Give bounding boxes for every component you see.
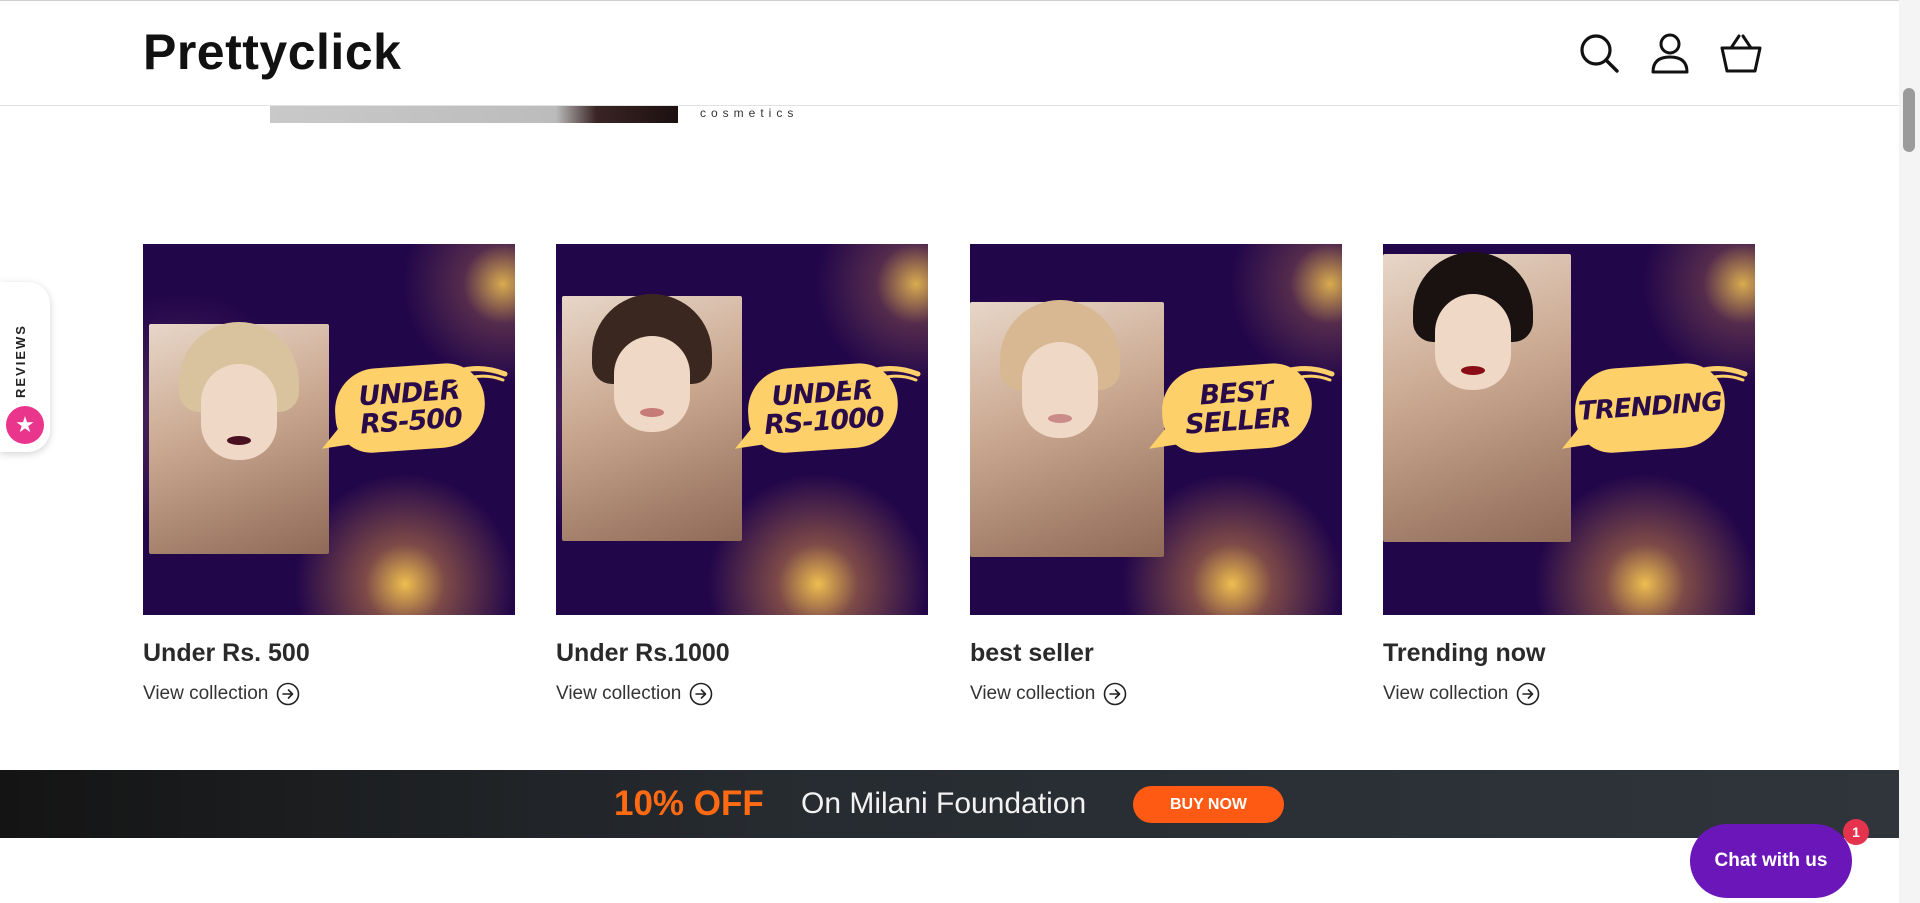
arrow-right-circle-icon[interactable] — [276, 682, 300, 706]
account-icon[interactable] — [1648, 31, 1692, 75]
collection-title[interactable]: Under Rs. 500 — [143, 639, 515, 669]
site-header: Prettyclick — [0, 1, 1899, 106]
swoosh-decoration — [434, 366, 508, 388]
promo-text: On Milani Foundation — [801, 787, 1087, 820]
model-lips — [1048, 414, 1072, 423]
promo-discount: 10% OFF — [614, 784, 764, 823]
swoosh-decoration — [1674, 366, 1748, 388]
hero-banner-image — [270, 105, 678, 123]
collection-card[interactable]: UNDER RS-1000 Under Rs.1000 View collect… — [556, 244, 928, 707]
collection-title[interactable]: best seller — [970, 639, 1342, 669]
view-collection-link[interactable]: View collection — [143, 681, 515, 707]
chat-button[interactable]: Chat with us — [1690, 824, 1852, 898]
swoosh-decoration — [1261, 366, 1335, 388]
model-face — [614, 336, 690, 432]
search-icon[interactable] — [1577, 31, 1621, 75]
model-face — [201, 364, 277, 460]
reviews-label[interactable]: REVIEWS — [13, 318, 33, 398]
collection-image[interactable]: BEST SELLER — [970, 244, 1342, 615]
view-collection-link[interactable]: View collection — [1383, 681, 1755, 707]
model-photo — [970, 300, 1164, 557]
collection-card[interactable]: UNDER RS-500 Under Rs. 500 View collecti… — [143, 244, 515, 707]
view-collection-label[interactable]: View collection — [556, 683, 681, 705]
model-lips — [1461, 366, 1485, 375]
model-photo — [1383, 252, 1571, 542]
hero-banner-caption: cosmetics — [700, 106, 799, 120]
swoosh-decoration — [847, 366, 921, 388]
collection-card[interactable]: TRENDING Trending now View collection — [1383, 244, 1755, 707]
arrow-right-circle-icon[interactable] — [1103, 682, 1127, 706]
collection-title[interactable]: Under Rs.1000 — [556, 639, 928, 669]
model-lips — [227, 436, 251, 445]
view-collection-label[interactable]: View collection — [1383, 683, 1508, 705]
model-face — [1435, 294, 1511, 390]
arrow-right-circle-icon[interactable] — [689, 682, 713, 706]
view-collection-label[interactable]: View collection — [970, 683, 1095, 705]
model-lips — [640, 408, 664, 417]
cart-icon[interactable] — [1719, 31, 1763, 75]
promo-banner[interactable]: 10% OFF On Milani Foundation BUY NOW — [0, 770, 1899, 838]
model-face — [1022, 342, 1098, 438]
star-icon[interactable]: ★ — [6, 406, 44, 444]
collection-image[interactable]: UNDER RS-1000 — [556, 244, 928, 615]
scrollbar-thumb[interactable] — [1903, 88, 1915, 152]
collection-title[interactable]: Trending now — [1383, 639, 1755, 669]
view-collection-link[interactable]: View collection — [970, 681, 1342, 707]
collection-card[interactable]: BEST SELLER best seller View collection — [970, 244, 1342, 707]
collection-image[interactable]: TRENDING — [1383, 244, 1755, 615]
collection-image[interactable]: UNDER RS-500 — [143, 244, 515, 615]
chat-notification-badge: 1 — [1843, 819, 1869, 845]
model-photo — [562, 294, 742, 541]
view-collection-link[interactable]: View collection — [556, 681, 928, 707]
buy-now-button[interactable]: BUY NOW — [1133, 786, 1284, 823]
view-collection-label[interactable]: View collection — [143, 683, 268, 705]
badge-line-1: TRENDING — [1577, 387, 1723, 427]
model-photo — [149, 322, 329, 554]
site-logo[interactable]: Prettyclick — [143, 23, 401, 81]
arrow-right-circle-icon[interactable] — [1516, 682, 1540, 706]
